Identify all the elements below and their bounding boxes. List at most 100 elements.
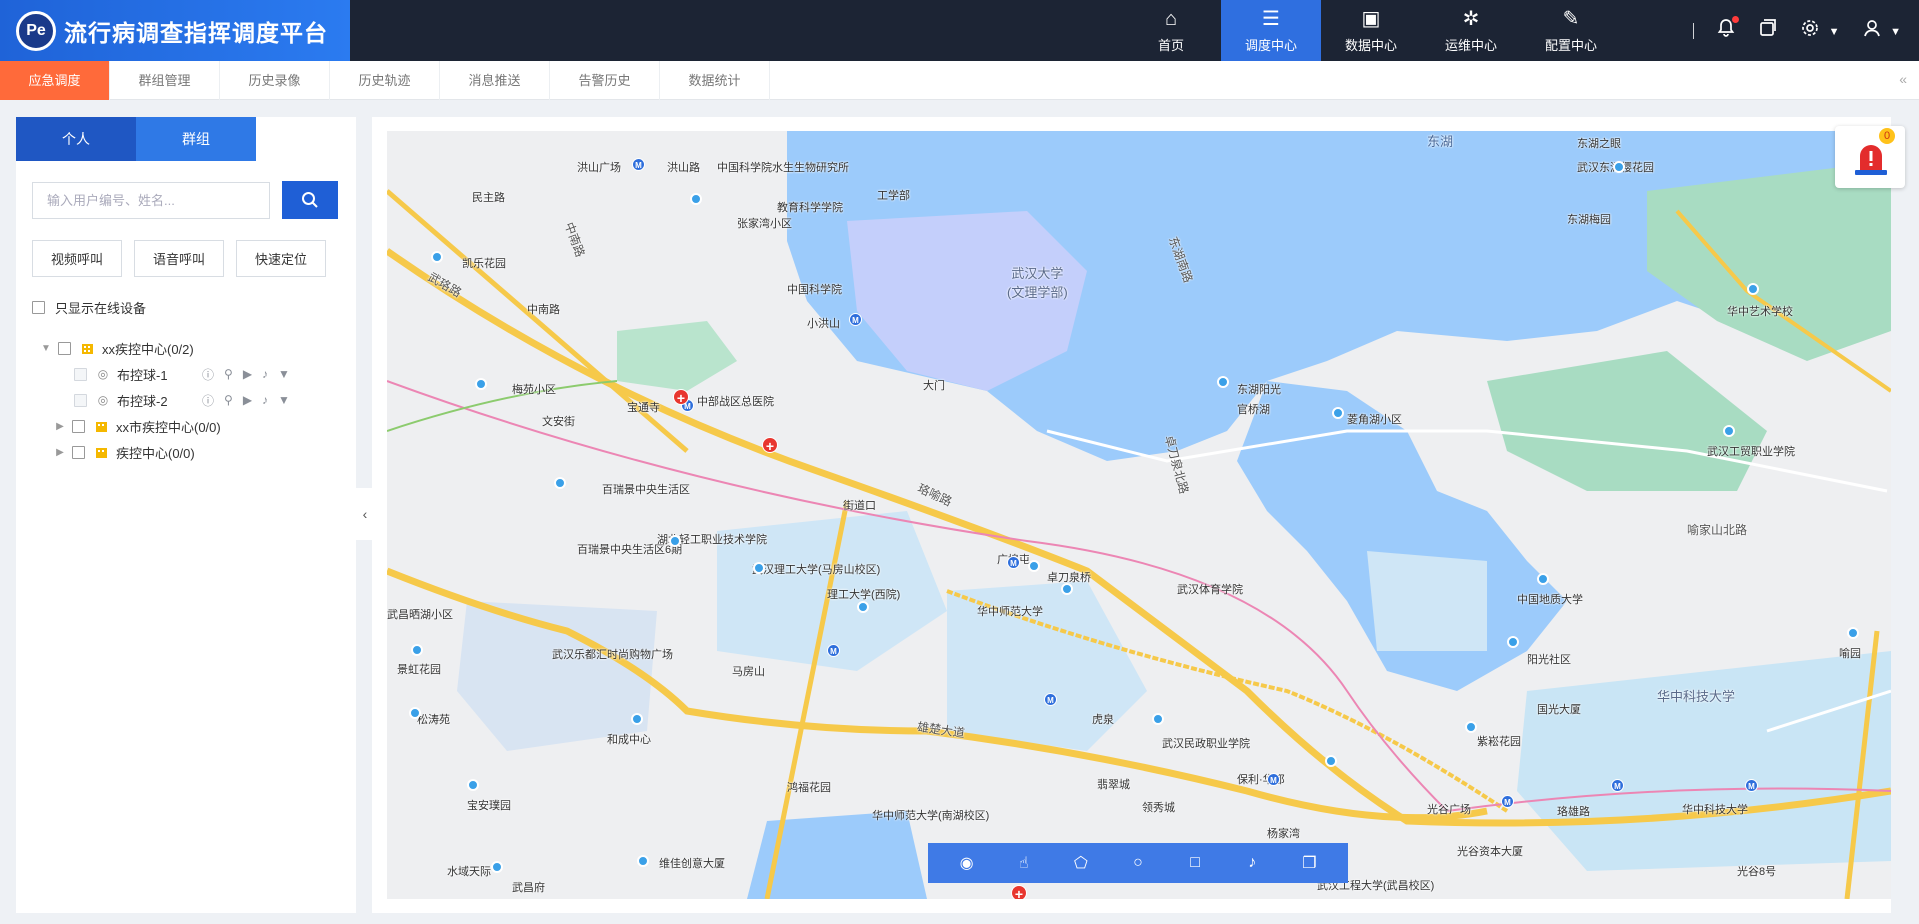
hospital-icon[interactable]: + <box>1011 885 1027 899</box>
map-label: 东湖梅园 <box>1567 214 1611 226</box>
nav-config-center[interactable]: ✎ 配置中心 <box>1521 0 1621 61</box>
caret-right-icon[interactable]: ▶ <box>54 447 66 458</box>
metro-station-icon[interactable]: M <box>1501 795 1514 808</box>
cluster-icon: ✲ <box>1462 8 1480 30</box>
window-icon[interactable] <box>1758 18 1778 44</box>
microphone-icon[interactable]: ♪ <box>262 367 268 381</box>
tab-individual[interactable]: 个人 <box>16 117 136 161</box>
tree-leaf[interactable]: ◎ 布控球-2 ⓘ ⚲ ▶ ♪ ▼ <box>40 387 350 413</box>
poi-icon[interactable] <box>1613 161 1625 173</box>
caret-right-icon[interactable]: ▶ <box>54 421 66 432</box>
poi-icon[interactable] <box>1537 573 1549 585</box>
caret-down-icon[interactable]: ▼ <box>278 393 290 407</box>
tab-message-push[interactable]: 消息推送 <box>440 61 550 100</box>
video-call-button[interactable]: 视频呼叫 <box>32 240 122 277</box>
tree-node[interactable]: ▶ xx市疾控中心(0/0) <box>40 413 350 439</box>
online-only-toggle[interactable]: 只显示在线设备 <box>32 298 146 317</box>
caret-down-icon[interactable]: ▼ <box>278 367 290 381</box>
nav-home[interactable]: ⌂ 首页 <box>1121 0 1221 61</box>
tab-history-track[interactable]: 历史轨迹 <box>330 61 440 100</box>
poi-icon[interactable] <box>631 713 643 725</box>
tree-checkbox[interactable] <box>72 419 85 433</box>
video-camera-icon[interactable]: ▶ <box>243 367 252 381</box>
nav-data-center[interactable]: ▣ 数据中心 <box>1321 0 1421 61</box>
poi-icon[interactable] <box>1325 755 1337 767</box>
location-pin-icon[interactable]: ⚲ <box>224 367 233 381</box>
voice-call-button[interactable]: 语音呼叫 <box>134 240 224 277</box>
tree-node[interactable]: ▼ xx疾控中心(0/2) <box>40 335 350 361</box>
tab-group-management[interactable]: 群组管理 <box>110 61 220 100</box>
poi-icon[interactable] <box>1465 721 1477 733</box>
tree-node-label: 疾控中心(0/0) <box>116 445 195 461</box>
layers-icon[interactable]: ❐ <box>1294 853 1324 873</box>
bell-icon[interactable] <box>1716 15 1740 44</box>
poi-icon[interactable] <box>554 477 566 489</box>
tree-checkbox[interactable] <box>58 341 71 355</box>
microphone-icon[interactable]: ♪ <box>262 393 268 407</box>
poi-icon[interactable] <box>1723 425 1735 437</box>
poi-icon[interactable] <box>1507 636 1519 648</box>
poi-icon[interactable] <box>1332 407 1344 419</box>
poi-icon[interactable] <box>753 562 765 574</box>
rectangle-icon[interactable]: □ <box>1180 854 1210 872</box>
tab-history-video[interactable]: 历史录像 <box>220 61 330 100</box>
tab-data-statistics[interactable]: 数据统计 <box>660 61 770 100</box>
poi-icon[interactable] <box>857 601 869 613</box>
tree-node[interactable]: ▶ 疾控中心(0/0) <box>40 439 350 465</box>
metro-station-icon[interactable]: M <box>1267 773 1280 786</box>
poi-icon[interactable] <box>1747 283 1759 295</box>
metro-station-icon[interactable]: M <box>1745 779 1758 792</box>
settings-icon[interactable]: ▼ <box>1800 18 1840 44</box>
nav-ops-center[interactable]: ✲ 运维中心 <box>1421 0 1521 61</box>
poi-icon[interactable] <box>491 861 503 873</box>
poi-icon[interactable] <box>409 707 421 719</box>
poi-icon[interactable] <box>1061 583 1073 595</box>
tree-leaf[interactable]: ◎ 布控球-1 ⓘ ⚲ ▶ ♪ ▼ <box>40 361 350 387</box>
search-button[interactable] <box>282 181 338 219</box>
poi-icon[interactable] <box>467 779 479 791</box>
eye-icon[interactable]: ◉ <box>952 853 982 873</box>
tab-alarm-history[interactable]: 告警历史 <box>550 61 660 100</box>
metro-station-icon[interactable]: M <box>1007 556 1020 569</box>
poi-icon[interactable] <box>411 644 423 656</box>
info-icon[interactable]: ⓘ <box>202 366 214 383</box>
poi-icon[interactable] <box>690 193 702 205</box>
map-canvas[interactable]: 武汉大学 (文理学部) 华中科技大学 中南路 武珞路 珞喻路 雄楚大道 喻家山北路… <box>387 131 1891 899</box>
poi-icon[interactable] <box>431 251 443 263</box>
circle-icon[interactable]: ○ <box>1123 854 1153 872</box>
hand-icon[interactable]: ☝ <box>1009 853 1039 873</box>
poi-icon[interactable] <box>669 535 681 547</box>
poi-icon[interactable] <box>1028 560 1040 572</box>
location-pin-icon[interactable]: ⚲ <box>224 393 233 407</box>
polygon-icon[interactable]: ⬠ <box>1066 853 1096 873</box>
alarm-button[interactable]: 0 <box>1835 126 1905 188</box>
online-only-checkbox[interactable] <box>32 301 45 314</box>
info-icon[interactable]: ⓘ <box>202 392 214 409</box>
map-label: 武汉民政职业学院 <box>1162 738 1250 750</box>
poi-icon[interactable] <box>1217 376 1229 388</box>
user-icon[interactable]: ▼ <box>1862 18 1901 44</box>
metro-station-icon[interactable]: M <box>1611 779 1624 792</box>
metro-station-icon[interactable]: M <box>1044 693 1057 706</box>
quick-locate-button[interactable]: 快速定位 <box>236 240 326 277</box>
poi-icon[interactable] <box>475 378 487 390</box>
hospital-icon[interactable]: + <box>762 437 778 454</box>
tab-emergency-dispatch[interactable]: 应急调度 <box>0 61 110 100</box>
nav-dispatch-center[interactable]: ☰ 调度中心 <box>1221 0 1321 61</box>
poi-icon[interactable] <box>1847 627 1859 639</box>
metro-station-icon[interactable]: M <box>827 644 840 657</box>
metro-station-icon[interactable]: M <box>849 313 862 326</box>
hospital-icon[interactable]: + <box>673 389 689 406</box>
caret-down-icon[interactable]: ▼ <box>40 343 52 354</box>
microphone-icon[interactable]: ♪ <box>1237 854 1267 872</box>
poi-icon[interactable] <box>1152 713 1164 725</box>
double-chevron-left-icon[interactable]: « <box>1899 71 1907 87</box>
camera-ball-icon: ◎ <box>97 367 109 381</box>
map-label: 阳光社区 <box>1527 654 1571 666</box>
tree-checkbox[interactable] <box>72 445 85 459</box>
video-camera-icon[interactable]: ▶ <box>243 393 252 407</box>
search-input[interactable] <box>32 182 270 219</box>
metro-station-icon[interactable]: M <box>632 158 645 171</box>
tab-group[interactable]: 群组 <box>136 117 256 161</box>
poi-icon[interactable] <box>637 855 649 867</box>
